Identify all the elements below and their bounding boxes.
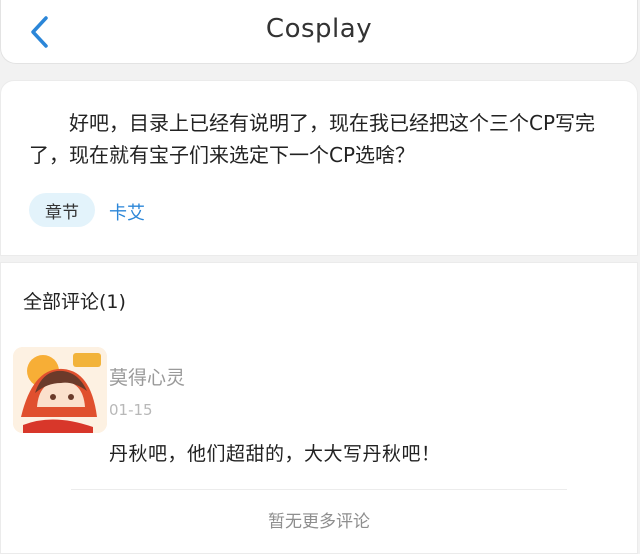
- comments-heading: 全部评论(1): [23, 291, 126, 313]
- top-bar: Cosplay: [0, 0, 638, 64]
- comment-text: 丹秋吧，他们超甜的，大大写丹秋吧！: [109, 443, 441, 465]
- no-more-comments: 暂无更多评论: [268, 512, 370, 532]
- post-body: 好吧，目录上已经有说明了，现在我已经把这个三个CP写完了，现在就有宝子们来选定下…: [29, 111, 596, 167]
- divider: [71, 489, 567, 490]
- post-card: 好吧，目录上已经有说明了，现在我已经把这个三个CP写完了，现在就有宝子们来选定下…: [0, 80, 638, 256]
- avatar[interactable]: [13, 347, 107, 433]
- chapter-tag[interactable]: 章节: [29, 193, 95, 227]
- comment-username[interactable]: 莫得心灵: [109, 363, 185, 390]
- anime-avatar-icon: [13, 347, 107, 433]
- comments-section: 全部评论(1) 莫得心灵 01-15 丹秋吧，他们超甜的，大大写丹秋吧！ 暂无更…: [0, 262, 638, 554]
- page-title: Cosplay: [265, 14, 373, 44]
- comment-date: 01-15: [109, 401, 153, 419]
- chapter-link[interactable]: 卡艾: [109, 199, 145, 225]
